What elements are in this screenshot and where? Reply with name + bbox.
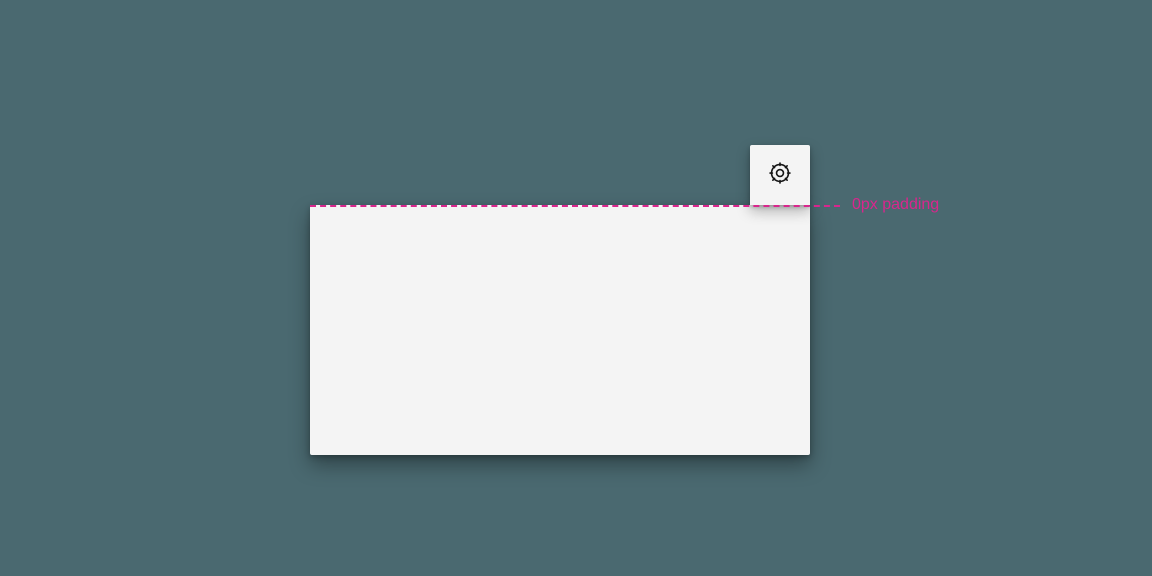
- settings-tab[interactable]: [750, 145, 810, 205]
- diagram-stage: [310, 145, 810, 455]
- content-panel: [310, 205, 810, 455]
- padding-annotation: 0px padding: [852, 195, 939, 215]
- padding-guide-line: [310, 205, 840, 207]
- gear-icon: [767, 160, 793, 191]
